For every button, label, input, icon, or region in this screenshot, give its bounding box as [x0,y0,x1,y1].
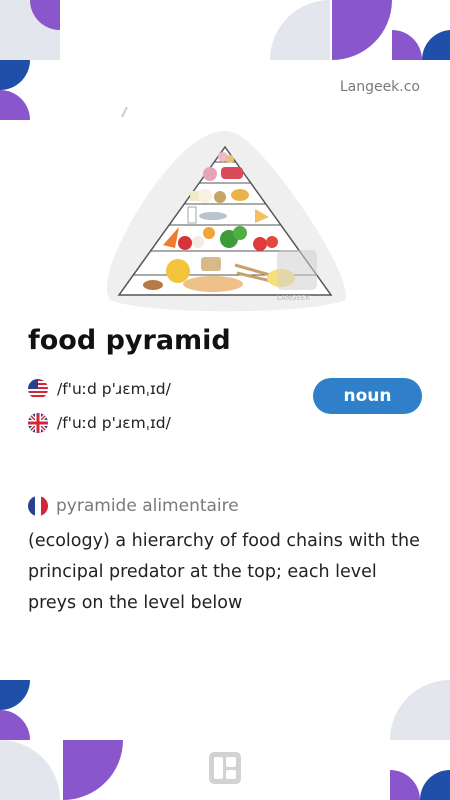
definition-text: (ecology) a hierarchy of food chains wit… [28,531,420,613]
fr-flag-icon [28,496,48,516]
bottom-right-decoration [390,680,450,800]
langeek-logo-icon[interactable] [209,752,241,784]
uk-flag-icon [28,413,48,433]
svg-text:LANGEEK: LANGEEK [277,294,310,302]
top-left-decoration [0,0,60,120]
translation-row: pyramide alimentaire [28,496,239,516]
top-right-decoration [270,0,450,60]
headword: food pyramid [28,325,231,356]
pronunciation-us-text: /f'uːd p'ɹɛmˌɪd/ [57,380,171,398]
us-flag-icon [28,379,48,399]
pronunciation-uk-text: /f'uːd p'ɹɛmˌɪd/ [57,414,171,432]
bottom-left-decoration [0,680,123,800]
pronunciation-us[interactable]: /f'uːd p'ɹɛmˌɪd/ [28,379,171,399]
brand-label[interactable]: Langeek.co [340,79,420,95]
translation-text: pyramide alimentaire [56,496,239,516]
pronunciation-uk[interactable]: /f'uːd p'ɹɛmˌɪd/ [28,413,171,433]
part-of-speech-badge[interactable]: noun [313,378,422,414]
food-pyramid-illustration: LANGEEK [106,106,346,312]
